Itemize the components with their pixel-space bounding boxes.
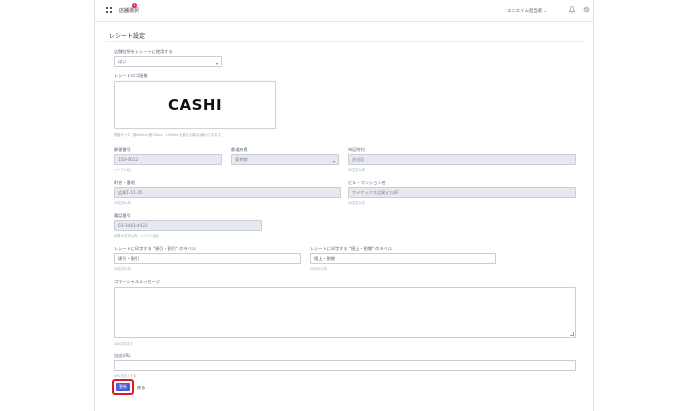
discount-label-label: レシートに印字する "値引・割引" のラベル bbox=[114, 246, 196, 251]
bell-icon[interactable] bbox=[569, 6, 575, 13]
use-address-value: はい bbox=[118, 59, 127, 64]
prefecture-label: 都道府県 bbox=[231, 147, 248, 152]
chevron-down-icon: ▾ bbox=[215, 61, 218, 66]
street-field[interactable]: 広尾1-11-35 bbox=[114, 187, 341, 198]
building-field[interactable]: ワイケックス広尾ビル6F bbox=[348, 187, 576, 198]
chevron-down-icon: ▾ bbox=[332, 159, 335, 164]
gear-icon[interactable] bbox=[583, 6, 590, 13]
city-field[interactable]: 渋谷区 bbox=[348, 154, 576, 165]
logo-image: CASHI bbox=[167, 96, 223, 114]
receipt-logo-label: レシートロゴ画像 bbox=[114, 73, 148, 78]
city-hint: 20文字以内 bbox=[348, 168, 365, 172]
phone-label: 電話番号 bbox=[114, 213, 131, 218]
discount-label-hint: 20文字以内 bbox=[114, 267, 131, 271]
postal-code-hint: ハイフンなし bbox=[114, 168, 134, 172]
page-title: レシート設定 bbox=[109, 33, 146, 40]
discount-label-field[interactable]: 値引・割引 bbox=[114, 253, 301, 264]
commercial-message-hint: 200文字まで bbox=[114, 342, 133, 346]
city-label: 市区町村 bbox=[348, 147, 365, 152]
company-name: エニエイム bbox=[507, 9, 529, 14]
commercial-message-label: コマーシャルメッセージ bbox=[114, 279, 160, 284]
surcharge-label-field[interactable]: 値上・割増 bbox=[310, 253, 496, 264]
use-address-select[interactable]: はい ▾ bbox=[114, 56, 222, 67]
update-button[interactable]: 更新 bbox=[116, 383, 130, 391]
url-hint: URLを記入する bbox=[114, 374, 137, 378]
building-label: ビル・マンション名 bbox=[348, 180, 386, 185]
main-content: レシート設定 店舗住所をレシートに使用する はい ▾ レシートロゴ画像 CASH… bbox=[95, 23, 593, 409]
url-field[interactable] bbox=[114, 360, 576, 371]
street-label: 町名・番地 bbox=[114, 180, 135, 185]
update-button-highlight: 更新 bbox=[112, 379, 134, 395]
building-hint: 20文字以内 bbox=[348, 201, 365, 205]
street-hint: 20文字以内 bbox=[114, 201, 131, 205]
notification-badge: 1 bbox=[132, 3, 137, 8]
phone-field[interactable]: 03-3443-4422 bbox=[114, 220, 262, 231]
store-select-link[interactable]: 店舗選択 bbox=[119, 7, 139, 14]
user-menu[interactable]: 担当者 ⌄ bbox=[529, 8, 547, 14]
url-label: 自店URL bbox=[114, 353, 131, 358]
phone-hint: 半角15文字以内・ハイフン含む bbox=[114, 234, 160, 238]
app-window: 店舗選択 1 エニエイム 担当者 ⌄ レシート設定 店舗住所をレシートに使用する… bbox=[94, 0, 594, 411]
prefecture-select[interactable]: 東京都 ▾ bbox=[231, 154, 339, 165]
back-button[interactable]: 戻る bbox=[137, 385, 145, 391]
grid-menu-icon[interactable] bbox=[106, 7, 112, 13]
resize-handle-icon[interactable] bbox=[570, 332, 574, 336]
title-divider bbox=[105, 41, 585, 42]
prefecture-value: 東京都 bbox=[235, 157, 248, 162]
receipt-logo-upload[interactable]: CASHI bbox=[114, 81, 276, 129]
logo-hint: 推奨サイズ：横600px×縦150px。1,000px を超える場合は縮小されま… bbox=[114, 133, 224, 137]
postal-code-field[interactable]: 150-0012 bbox=[114, 154, 222, 165]
surcharge-label-label: レシートに印字する "値上・割増" のラベル bbox=[310, 246, 392, 251]
top-bar: 店舗選択 1 エニエイム 担当者 ⌄ bbox=[95, 0, 593, 22]
surcharge-label-hint: 20文字以内 bbox=[310, 267, 327, 271]
postal-code-label: 郵便番号 bbox=[114, 147, 131, 152]
commercial-message-textarea[interactable] bbox=[114, 287, 576, 338]
use-address-label: 店舗住所をレシートに使用する bbox=[114, 49, 173, 54]
